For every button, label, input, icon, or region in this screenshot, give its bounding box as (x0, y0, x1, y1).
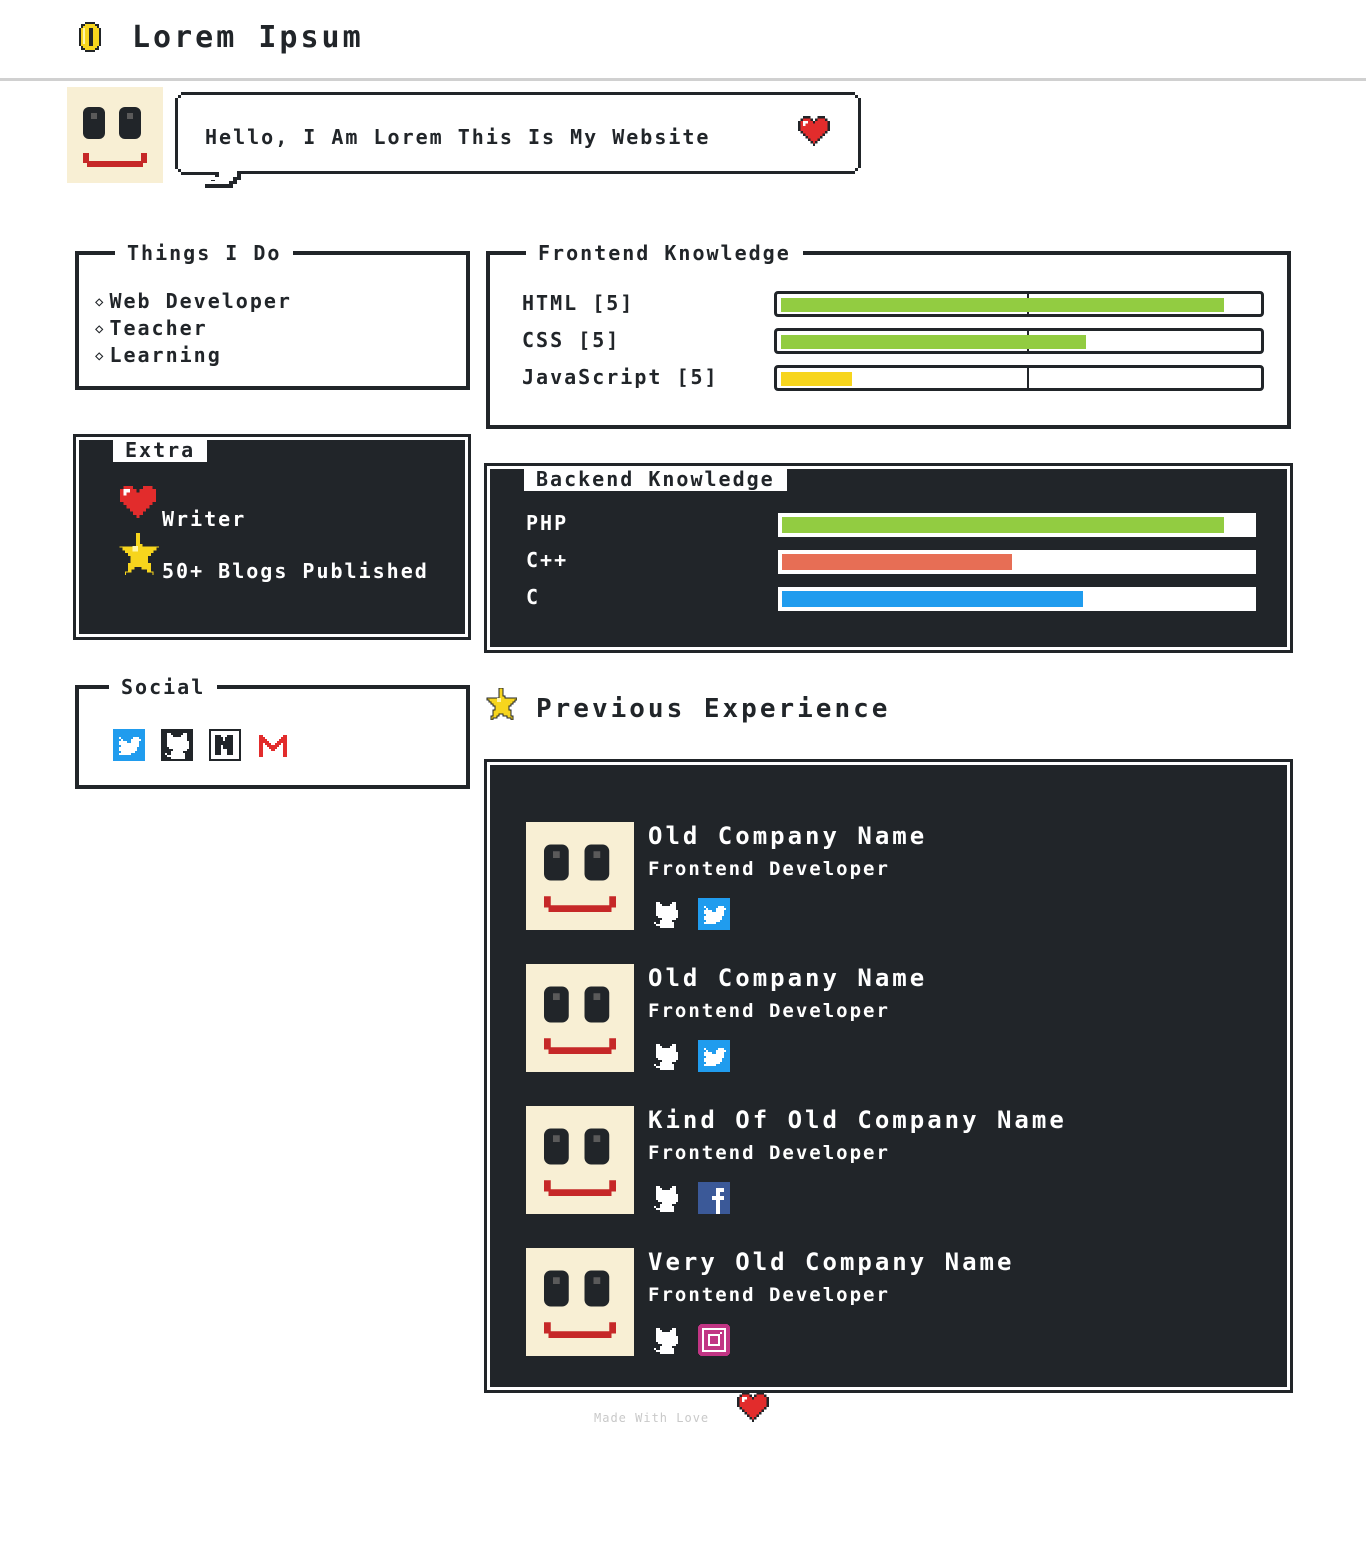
extra-title: Extra (113, 438, 208, 462)
job-role: Frontend Developer (648, 1284, 890, 1306)
gmail-icon[interactable] (257, 729, 289, 761)
writer-label: Writer (162, 507, 247, 531)
github-icon[interactable] (650, 898, 682, 930)
medium-icon[interactable] (209, 729, 241, 761)
skill-label: HTML [5] (522, 291, 635, 315)
progress-bar-html (774, 291, 1264, 317)
facebook-icon[interactable] (698, 1182, 730, 1214)
coin-icon (77, 22, 103, 52)
star-icon (485, 688, 517, 720)
footer-text: Made With Love (594, 1411, 710, 1425)
company-logo (526, 964, 634, 1072)
greeting-text: Hello, I Am Lorem This Is My Website (205, 125, 711, 149)
experience-title: Previous Experience (536, 694, 891, 724)
list-item: Teacher (95, 316, 292, 343)
list-item: Learning (95, 343, 292, 370)
instagram-icon[interactable] (698, 1324, 730, 1356)
progress-bar-c (778, 587, 1256, 611)
job-item: Old Company Name Frontend Developer (526, 964, 1246, 1074)
frontend-knowledge-title: Frontend Knowledge (526, 241, 803, 265)
company-logo (526, 1106, 634, 1214)
heart-icon (737, 1392, 769, 1422)
company-logo (526, 822, 634, 930)
avatar (67, 87, 163, 183)
twitter-icon[interactable] (698, 898, 730, 930)
site-title[interactable]: Lorem Ipsum (132, 20, 364, 55)
things-list: Web Developer Teacher Learning (95, 289, 292, 370)
progress-bar-cpp (778, 550, 1256, 574)
twitter-icon[interactable] (698, 1040, 730, 1072)
frontend-knowledge-box: Frontend Knowledge HTML [5] CSS [5] Java… (486, 241, 1291, 429)
heart-icon (798, 116, 830, 146)
job-role: Frontend Developer (648, 1142, 890, 1164)
skill-label: CSS [5] (522, 328, 621, 352)
skill-label: C++ (526, 548, 569, 572)
backend-knowledge-title: Backend Knowledge (524, 467, 787, 491)
skill-label: PHP (526, 511, 569, 535)
company-name: Kind Of Old Company Name (648, 1106, 1067, 1134)
company-logo (526, 1248, 634, 1356)
job-item: Old Company Name Frontend Developer (526, 822, 1246, 932)
things-i-do-title: Things I Do (115, 241, 294, 265)
twitter-icon[interactable] (113, 729, 145, 761)
company-name: Old Company Name (648, 822, 928, 850)
backend-knowledge-box: Backend Knowledge PHP C++ C (490, 467, 1287, 647)
blogs-label: 50+ Blogs Published (162, 559, 429, 583)
job-item: Kind Of Old Company Name Frontend Develo… (526, 1106, 1246, 1216)
job-role: Frontend Developer (648, 1000, 890, 1022)
social-title: Social (109, 675, 218, 699)
company-name: Very Old Company Name (648, 1248, 1015, 1276)
github-icon[interactable] (161, 729, 193, 761)
list-item: Web Developer (95, 289, 292, 316)
progress-bar-php (778, 513, 1256, 537)
things-i-do-box: Things I Do Web Developer Teacher Learni… (75, 241, 470, 390)
progress-bar-javascript (774, 365, 1264, 391)
github-icon[interactable] (650, 1324, 682, 1356)
company-name: Old Company Name (648, 964, 928, 992)
github-icon[interactable] (650, 1040, 682, 1072)
github-icon[interactable] (650, 1182, 682, 1214)
skill-label: JavaScript [5] (522, 365, 719, 389)
social-box: Social (75, 675, 470, 789)
job-item: Very Old Company Name Frontend Developer (526, 1248, 1246, 1358)
heart-icon (117, 482, 159, 522)
progress-bar-css (774, 328, 1264, 354)
experience-box: Old Company Name Frontend Developer Old … (490, 765, 1287, 1387)
skill-label: C (526, 585, 541, 609)
job-role: Frontend Developer (648, 858, 890, 880)
